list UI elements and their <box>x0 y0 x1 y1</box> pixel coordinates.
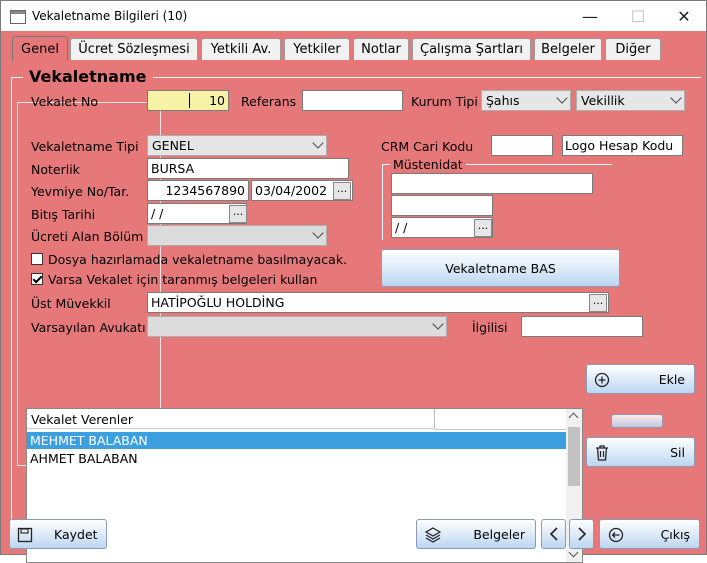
ekle-button[interactable]: Ekle <box>586 364 695 394</box>
vekalet-no-label: Vekalet No <box>31 94 98 109</box>
tab-genel[interactable]: Genel <box>12 36 68 61</box>
vekaletname-bas-button[interactable]: Vekaletname BAS <box>381 249 620 287</box>
tab-notlar[interactable]: Notlar <box>353 38 409 60</box>
list-header: Vekalet Verenler <box>27 409 435 429</box>
vekaletname-tipi-label: Vekaletname Tipi <box>31 139 139 154</box>
crm-cari-kodu-label: CRM Cari Kodu <box>381 139 474 154</box>
tab-ucret-sozlesmesi[interactable]: Ücret Sözleşmesi <box>70 38 198 60</box>
vekalet-no-input[interactable]: 10 <box>147 90 229 111</box>
chevron-down-icon <box>432 318 444 330</box>
ilgilisi-label: İlgilisi <box>472 320 508 335</box>
disabled-mini-button <box>611 414 663 428</box>
ilgilisi-input[interactable] <box>521 316 643 337</box>
scroll-thumb[interactable] <box>568 427 580 486</box>
mustenidat-input-2[interactable] <box>391 195 493 216</box>
date-picker-button[interactable]: ... <box>474 219 492 237</box>
plus-circle-icon <box>594 372 610 388</box>
mustenidat-label: Müstenidat <box>390 157 466 172</box>
list-item[interactable]: AHMET BALABAN <box>27 450 566 467</box>
noterlik-input[interactable]: BURSA <box>147 158 349 179</box>
tab-bar: Genel Ücret Sözleşmesi Yetkili Av. Yetki… <box>1 31 706 63</box>
chk-vekaletname-basilmayacak-label: Dosya hazırlamada vekaletname basılmayac… <box>48 252 348 267</box>
vekaletname-tipi-select[interactable]: GENEL <box>147 135 327 156</box>
dialog-window: Vekaletname Bilgileri (10) — ☐ ✕ Genel Ü… <box>0 0 707 563</box>
belgeler-button[interactable]: Belgeler <box>416 519 536 549</box>
chevron-down-icon <box>312 137 324 149</box>
text-cursor <box>189 93 190 108</box>
sil-button[interactable]: Sil <box>586 437 695 467</box>
chevron-right-icon <box>577 527 586 541</box>
referans-label: Referans <box>241 94 297 109</box>
layers-icon <box>424 527 442 543</box>
ust-muvekkil-label: Üst Müvekkil <box>31 296 111 311</box>
kaydet-label: Kaydet <box>54 527 98 542</box>
close-button[interactable]: ✕ <box>661 1 707 31</box>
logo-hesap-kodu-button[interactable]: Logo Hesap Kodu <box>562 135 683 156</box>
mustenidat-input-1[interactable] <box>391 173 593 194</box>
trash-icon <box>596 445 608 461</box>
window-icon <box>10 10 26 24</box>
scroll-up-icon[interactable] <box>568 412 579 423</box>
tab-yetkili-av[interactable]: Yetkili Av. <box>201 38 281 60</box>
sil-label: Sil <box>670 445 685 460</box>
varsayilan-avukat-select[interactable] <box>147 316 447 337</box>
date-picker-button[interactable]: ... <box>229 205 247 223</box>
belgeler-label: Belgeler <box>473 527 525 542</box>
crm-cari-kodu-input[interactable] <box>491 135 553 156</box>
scroll-down-icon[interactable] <box>568 547 579 558</box>
cikis-label: Çıkış <box>660 527 690 542</box>
kurum-tipi-select[interactable]: Şahıs <box>481 90 571 111</box>
cikis-button[interactable]: Çıkış <box>599 519 700 549</box>
title-bar: Vekaletname Bilgileri (10) — ☐ ✕ <box>1 1 706 31</box>
kaydet-button[interactable]: Kaydet <box>9 519 107 549</box>
tab-calisma-sartlari[interactable]: Çalışma Şartları <box>412 38 531 60</box>
minimize-button[interactable]: — <box>567 1 613 31</box>
back-circle-icon <box>608 527 624 543</box>
next-button[interactable] <box>569 519 594 549</box>
chk-taranmis-belgeler-label: Varsa Vekalet için taranmış belgeleri ku… <box>48 272 318 287</box>
save-icon <box>17 527 33 543</box>
window-title: Vekaletname Bilgileri (10) <box>32 9 188 23</box>
kurum-tipi-label: Kurum Tipi <box>411 94 478 109</box>
chk-vekaletname-basilmayacak[interactable] <box>31 253 43 265</box>
maximize-button: ☐ <box>630 6 646 26</box>
date-picker-button[interactable]: ... <box>333 182 351 200</box>
tab-yetkiler[interactable]: Yetkiler <box>284 38 350 60</box>
ekle-label: Ekle <box>658 372 685 387</box>
yevmiye-no-input[interactable]: 1234567890 <box>147 180 249 201</box>
vekillik-value: Vekillik <box>581 93 625 108</box>
tab-diger[interactable]: Diğer <box>605 38 661 60</box>
ucreti-alan-label: Ücreti Alan Bölüm <box>31 229 144 244</box>
vekillik-select[interactable]: Vekillik <box>576 90 685 111</box>
chevron-down-icon <box>312 227 324 239</box>
referans-input[interactable] <box>302 90 403 111</box>
kurum-tipi-value: Şahıs <box>486 93 520 108</box>
section-title: Vekaletname <box>23 67 153 86</box>
vekaletname-tipi-value: GENEL <box>152 138 194 153</box>
ust-muvekkil-input[interactable]: HATİPOĞLU HOLDİNG <box>147 292 609 313</box>
list-item[interactable]: MEHMET BALABAN <box>27 432 566 449</box>
prev-button[interactable] <box>541 519 566 549</box>
list-header-filler <box>435 409 566 430</box>
tab-belgeler[interactable]: Belgeler <box>534 38 602 60</box>
browse-button[interactable]: ... <box>589 294 607 312</box>
genel-panel: Vekaletname Vekalet No 10 Referans Kurum… <box>1 63 706 563</box>
ucreti-alan-select[interactable] <box>147 225 327 246</box>
varsayilan-avukat-label: Varsayılan Avukatı <box>31 320 146 335</box>
yevmiye-label: Yevmiye No/Tar. <box>31 184 130 199</box>
chevron-down-icon <box>556 92 568 104</box>
bitis-tarihi-label: Bitış Tarihi <box>31 207 96 222</box>
chk-taranmis-belgeler[interactable] <box>31 273 43 285</box>
noterlik-label: Noterlik <box>31 162 80 177</box>
chevron-down-icon <box>670 92 682 104</box>
chevron-left-icon <box>549 527 558 541</box>
